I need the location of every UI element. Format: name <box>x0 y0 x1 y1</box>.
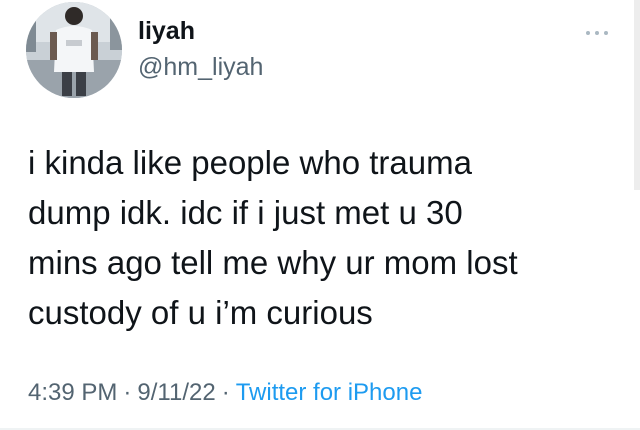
tweet-text-line: custody of u i’m curious <box>28 294 373 331</box>
author-display-name[interactable]: liyah <box>138 16 195 46</box>
tweet-text-line: dump idk. idc if i just met u 30 <box>28 194 463 231</box>
avatar-photo <box>26 2 122 98</box>
tweet-date[interactable]: 9/11/22 <box>137 379 215 406</box>
meta-separator: · <box>123 379 132 406</box>
scrollbar[interactable] <box>634 0 640 190</box>
more-dot <box>604 31 608 35</box>
tweet-metadata: 4:39 PM · 9/11/22 · Twitter for iPhone <box>28 378 422 408</box>
tweet-text-line: mins ago tell me why ur mom lost <box>28 244 518 281</box>
tweet-time[interactable]: 4:39 PM <box>28 379 117 406</box>
author-avatar[interactable] <box>26 2 122 98</box>
tweet-card: liyah @hm_liyah i kinda like people who … <box>0 0 640 430</box>
more-dot <box>586 31 590 35</box>
meta-separator: · <box>221 379 230 406</box>
tweet-source-link[interactable]: Twitter for iPhone <box>236 379 423 406</box>
tweet-text: i kinda like people who trauma dump idk.… <box>28 138 608 338</box>
tweet-text-line: i kinda like people who trauma <box>28 144 472 181</box>
author-handle[interactable]: @hm_liyah <box>138 52 263 82</box>
more-options-icon[interactable] <box>580 22 614 42</box>
more-dot <box>595 31 599 35</box>
